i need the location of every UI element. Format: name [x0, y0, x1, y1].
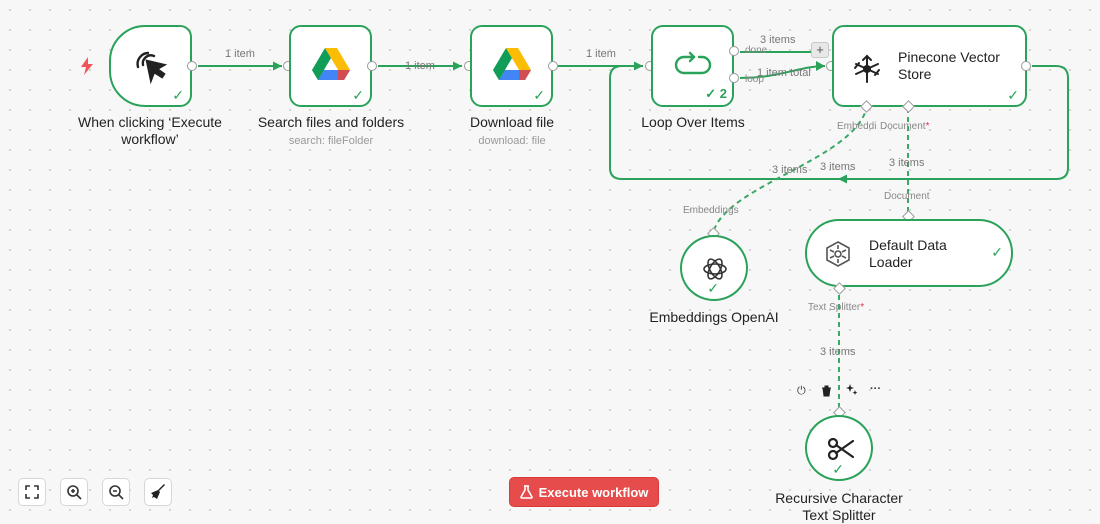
loop-icon	[674, 47, 712, 85]
zoom-in-icon	[66, 484, 82, 500]
pinecone-icon	[852, 54, 882, 84]
node-pinecone-vector-store[interactable]: Pinecone Vector Store ✓	[832, 25, 1027, 107]
search-title: Search files and folders	[257, 114, 405, 130]
loader-document-label: Document	[884, 191, 930, 202]
loop-done-port[interactable]	[729, 46, 739, 56]
loop-title: Loop Over Items	[641, 114, 745, 130]
zoom-out-button[interactable]	[102, 478, 130, 506]
splitter-title: Recursive Character Text Splitter	[775, 490, 903, 523]
embeddings-output-label: Embeddings	[683, 205, 739, 216]
download-subtitle: download: file	[478, 135, 546, 147]
edge-label-splitter-loader: 3 items	[820, 346, 856, 358]
edge-label-search-download: 1 item	[405, 60, 435, 72]
fit-view-icon	[25, 485, 39, 499]
node-recursive-text-splitter[interactable]: ✓	[805, 415, 873, 481]
success-check-icon: ✓	[533, 87, 545, 103]
sparkle-icon	[846, 384, 858, 395]
loop-loop-port[interactable]	[729, 73, 739, 83]
success-check-icon: ✓	[1007, 87, 1019, 103]
download-output-port[interactable]	[548, 61, 558, 71]
node-delete-button[interactable]	[821, 385, 832, 400]
openai-icon	[701, 255, 729, 283]
google-drive-icon	[311, 47, 350, 85]
node-sparkle-button[interactable]	[846, 384, 858, 399]
pinecone-title: Pinecone Vector Store	[898, 49, 1000, 82]
edge-label-back-left: 3 items	[772, 164, 808, 176]
broom-icon	[151, 484, 165, 499]
trigger-bolt-icon	[80, 57, 94, 75]
loader-splitter-label: Text Splitter*	[808, 302, 865, 313]
success-check-icon: ✓	[172, 87, 184, 103]
success-check-icon: ✓	[352, 87, 364, 103]
zoom-in-button[interactable]	[60, 478, 88, 506]
success-check-icon: ✓	[991, 244, 1003, 260]
node-more-button[interactable]: ···	[870, 383, 881, 395]
pinecone-embedding-label: Embeddi	[837, 121, 877, 132]
flask-icon	[519, 485, 533, 499]
cursor-click-icon	[132, 47, 170, 85]
loop-iteration-count: ✓ 2	[705, 86, 727, 101]
node-loop-over-items[interactable]: ✓ 2	[651, 25, 734, 107]
search-output-port[interactable]	[367, 61, 377, 71]
edge-label-doc-pinecone: 3 items	[889, 157, 925, 169]
node-search-files[interactable]: ✓	[289, 25, 372, 107]
download-title: Download file	[469, 114, 555, 130]
trash-icon	[822, 385, 831, 397]
execute-workflow-label: Execute workflow	[538, 484, 649, 500]
loader-title: Default Data Loader	[869, 237, 947, 270]
node-default-data-loader[interactable]: Default Data Loader ✓	[805, 219, 1013, 287]
node-download-file[interactable]: ✓	[470, 25, 553, 107]
trigger-output-port[interactable]	[187, 61, 197, 71]
execute-workflow-button[interactable]: Execute workflow	[509, 477, 659, 507]
node-embeddings-openai[interactable]: ✓	[680, 235, 748, 301]
node-manual-trigger[interactable]: ✓	[109, 25, 192, 107]
edge-label-loop-loop: 1 item total	[757, 67, 811, 79]
add-node-plus-button[interactable]: +	[811, 42, 829, 58]
pinecone-document-label: Document*	[880, 121, 930, 132]
fit-view-button[interactable]	[18, 478, 46, 506]
zoom-out-icon	[108, 484, 124, 500]
embeddings-title: Embeddings OpenAI	[649, 309, 779, 325]
loop-done-label: done	[745, 45, 768, 56]
success-check-icon: ✓	[707, 280, 719, 296]
scissors-icon	[827, 436, 855, 462]
google-drive-icon	[492, 47, 531, 85]
tidy-up-button[interactable]	[144, 478, 172, 506]
success-check-icon: ✓	[832, 461, 844, 477]
pinecone-output-port[interactable]	[1021, 61, 1031, 71]
hexagon-icon	[825, 241, 851, 267]
trigger-title: When clicking ‘Execute workflow’	[78, 114, 222, 147]
edge-label-loop-done: 3 items	[760, 34, 796, 46]
edge-label-trigger-search: 1 item	[225, 48, 255, 60]
edge-label-back-right: 3 items	[820, 161, 856, 173]
search-subtitle: search: fileFolder	[288, 135, 374, 147]
edge-label-download-loop: 1 item	[586, 48, 616, 60]
node-power-button[interactable]: ⏻	[797, 385, 806, 398]
